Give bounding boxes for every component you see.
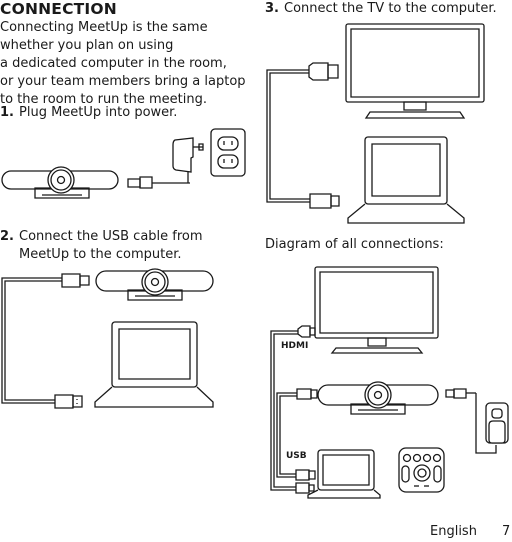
intro-line: or your team members bring a laptop (0, 74, 246, 89)
step-text: Connect the USB cable from (19, 229, 203, 244)
step-text: Plug MeetUp into power. (19, 105, 178, 120)
usb-label: USB (286, 451, 307, 461)
step2-illustration (0, 265, 256, 410)
all-connections-diagram (256, 265, 512, 500)
diagram-caption: Diagram of all connections: (265, 237, 444, 252)
laptop-icon (308, 450, 380, 498)
step-3: 3. Connect the TV to the computer. (265, 0, 497, 18)
power-adapter-icon (489, 421, 505, 443)
step-text: Connect the TV to the computer. (284, 1, 497, 16)
usb-cable-icon (2, 274, 89, 408)
step3-illustration (256, 20, 512, 220)
hdmi-cable-icon (267, 63, 339, 208)
step-number: 2. (0, 229, 14, 244)
laptop-icon (348, 137, 464, 223)
meetup-camera-icon (2, 167, 118, 198)
intro-paragraph: Connecting MeetUp is the same whether yo… (0, 19, 256, 109)
usb-cable-icon (277, 389, 317, 480)
intro-line: a dedicated computer in the room, (0, 56, 227, 71)
hdmi-label: HDMI (281, 341, 309, 351)
meetup-camera-icon (96, 269, 213, 300)
page-number: 7 (502, 524, 511, 539)
power-cable-icon (128, 172, 190, 188)
tv-icon (346, 24, 484, 118)
footer-language: English (430, 524, 477, 539)
meetup-camera-icon (318, 382, 438, 414)
intro-line: whether you plan on using (0, 38, 174, 53)
step-number: 1. (0, 105, 14, 120)
step-2: 2. Connect the USB cable from MeetUp to th… (0, 228, 203, 264)
laptop-icon (95, 322, 213, 407)
step-1: 1. Plug MeetUp into power. (0, 104, 177, 122)
step-number: 3. (265, 1, 279, 16)
remote-control-icon (399, 448, 444, 492)
tv-icon (315, 267, 438, 353)
step-text: MeetUp to the computer. (19, 247, 182, 262)
intro-line: Connecting MeetUp is the same (0, 20, 208, 35)
wall-outlet-icon (211, 129, 245, 176)
power-adapter-icon (173, 138, 203, 172)
step1-illustration (0, 125, 256, 205)
section-title: CONNECTION (0, 0, 117, 18)
